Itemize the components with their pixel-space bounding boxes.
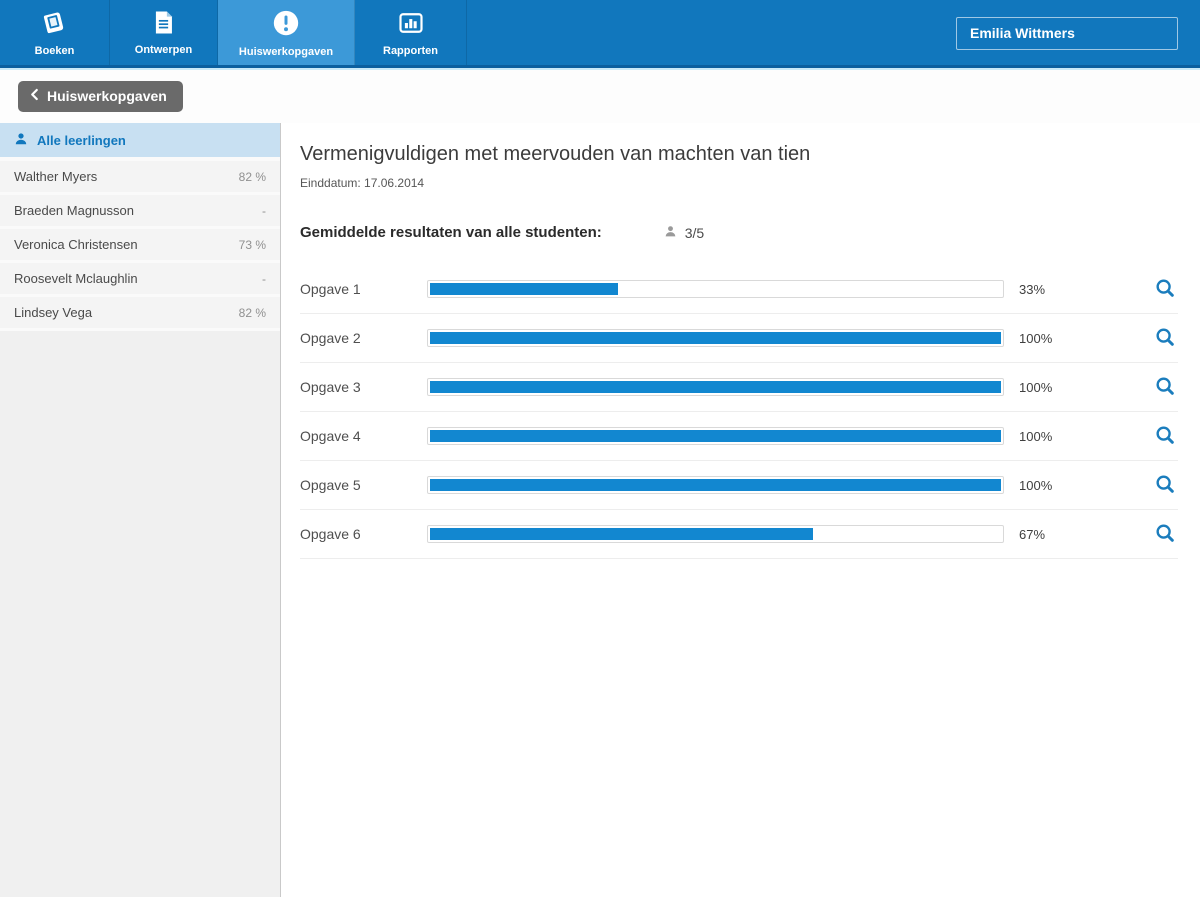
tab-label: Rapporten <box>383 45 438 57</box>
tab-huiswerkopgaven[interactable]: Huiswerkopgaven <box>218 0 355 65</box>
tab-boeken[interactable]: Boeken <box>0 0 110 65</box>
results-list: Opgave 1 33% Opgave 2 100% Opgave 3 100%… <box>300 265 1178 559</box>
progress-fill <box>430 332 1001 344</box>
chevron-left-icon <box>30 88 39 104</box>
student-row[interactable]: Veronica Christensen 73 % <box>0 229 280 263</box>
search-icon <box>1154 326 1176 351</box>
percent-label: 100% <box>1019 331 1071 346</box>
inspect-button[interactable] <box>1154 326 1176 351</box>
tab-ontwerpen[interactable]: Ontwerpen <box>110 0 218 65</box>
search-icon <box>1154 277 1176 302</box>
student-score: - <box>262 204 266 218</box>
result-row: Opgave 4 100% <box>300 412 1178 461</box>
student-name: Braeden Magnusson <box>14 203 134 218</box>
sidebar-header-label: Alle leerlingen <box>37 133 126 148</box>
inspect-button[interactable] <box>1154 375 1176 400</box>
tab-label: Boeken <box>35 45 75 57</box>
student-score: 82 % <box>239 306 266 320</box>
person-icon <box>664 225 677 241</box>
percent-label: 100% <box>1019 429 1071 444</box>
search-icon <box>1154 522 1176 547</box>
search-icon <box>1154 473 1176 498</box>
progress-track <box>427 280 1004 298</box>
percent-label: 33% <box>1019 282 1071 297</box>
progress-fill <box>430 528 813 540</box>
top-navigation: Boeken Ontwerpen Huiswerkopgaven Rapport… <box>0 0 1200 68</box>
student-score: 82 % <box>239 170 266 184</box>
tab-rapporten[interactable]: Rapporten <box>355 0 467 65</box>
student-score: 73 % <box>239 238 266 252</box>
inspect-button[interactable] <box>1154 522 1176 547</box>
main-panel: Vermenigvuldigen met meervouden van mach… <box>281 123 1200 897</box>
result-row: Opgave 2 100% <box>300 314 1178 363</box>
average-ratio-value: 3/5 <box>685 225 704 241</box>
inspect-button[interactable] <box>1154 277 1176 302</box>
percent-label: 100% <box>1019 380 1071 395</box>
progress-fill <box>430 430 1001 442</box>
average-ratio: 3/5 <box>664 225 704 241</box>
student-name: Lindsey Vega <box>14 305 92 320</box>
progress-fill <box>430 479 1001 491</box>
progress-track <box>427 378 1004 396</box>
student-name: Walther Myers <box>14 169 97 184</box>
progress-track <box>427 329 1004 347</box>
tab-label: Huiswerkopgaven <box>239 46 333 58</box>
result-row: Opgave 6 67% <box>300 510 1178 559</box>
inspect-button[interactable] <box>1154 424 1176 449</box>
student-sidebar: Alle leerlingen Walther Myers 82 % Braed… <box>0 123 281 897</box>
student-row[interactable]: Walther Myers 82 % <box>0 161 280 195</box>
student-name: Roosevelt Mclaughlin <box>14 271 138 286</box>
back-button[interactable]: Huiswerkopgaven <box>18 81 183 112</box>
inspect-button[interactable] <box>1154 473 1176 498</box>
student-row[interactable]: Lindsey Vega 82 % <box>0 297 280 331</box>
exercise-label: Opgave 3 <box>300 379 427 395</box>
student-row[interactable]: Roosevelt Mclaughlin - <box>0 263 280 297</box>
back-button-label: Huiswerkopgaven <box>47 88 167 104</box>
book-icon <box>40 8 69 42</box>
exercise-label: Opgave 6 <box>300 526 427 542</box>
search-icon <box>1154 375 1176 400</box>
content-area: Alle leerlingen Walther Myers 82 % Braed… <box>0 123 1200 897</box>
search-icon <box>1154 424 1176 449</box>
exercise-label: Opgave 1 <box>300 281 427 297</box>
bar-chart-icon <box>397 9 425 42</box>
average-results-row: Gemiddelde resultaten van alle studenten… <box>300 224 1200 241</box>
percent-label: 67% <box>1019 527 1071 542</box>
average-results-label: Gemiddelde resultaten van alle studenten… <box>300 224 602 241</box>
result-row: Opgave 1 33% <box>300 265 1178 314</box>
student-score: - <box>262 272 266 286</box>
exercise-label: Opgave 5 <box>300 477 427 493</box>
user-name-box[interactable]: Emilia Wittmers <box>956 17 1178 50</box>
progress-track <box>427 427 1004 445</box>
due-date: Einddatum: 17.06.2014 <box>300 176 1200 190</box>
progress-fill <box>430 283 618 295</box>
exercise-label: Opgave 2 <box>300 330 427 346</box>
exclamation-icon <box>271 8 301 43</box>
breadcrumb-bar: Huiswerkopgaven <box>0 70 1200 123</box>
page-title: Vermenigvuldigen met meervouden van mach… <box>300 143 1200 166</box>
percent-label: 100% <box>1019 478 1071 493</box>
tab-label: Ontwerpen <box>135 44 192 56</box>
result-row: Opgave 5 100% <box>300 461 1178 510</box>
student-name: Veronica Christensen <box>14 237 138 252</box>
exercise-label: Opgave 4 <box>300 428 427 444</box>
progress-track <box>427 476 1004 494</box>
student-row[interactable]: Braeden Magnusson - <box>0 195 280 229</box>
result-row: Opgave 3 100% <box>300 363 1178 412</box>
document-icon <box>150 9 177 41</box>
person-icon <box>14 132 28 149</box>
progress-fill <box>430 381 1001 393</box>
sidebar-item-all-students[interactable]: Alle leerlingen <box>0 123 280 161</box>
progress-track <box>427 525 1004 543</box>
